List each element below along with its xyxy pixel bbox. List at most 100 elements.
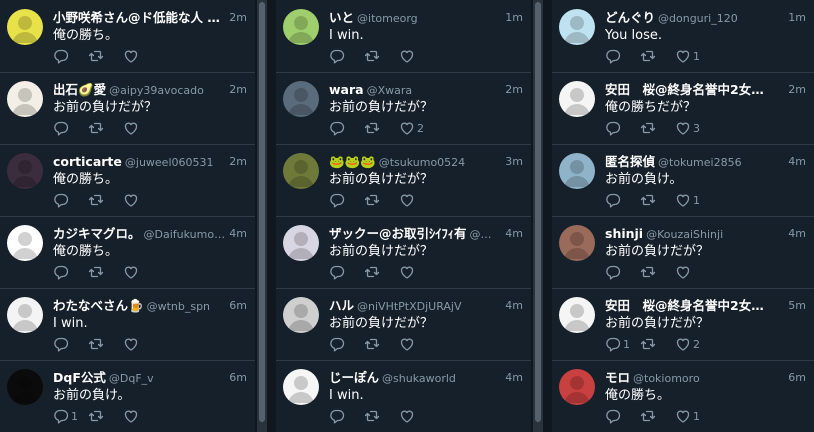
author-handle[interactable]: @wtnb_spn [147,300,210,313]
retweet-button[interactable] [640,192,675,208]
reply-button[interactable]: 1 [53,408,88,424]
reply-button[interactable] [605,48,640,64]
like-button[interactable] [123,408,158,424]
like-button[interactable] [123,48,158,64]
avatar[interactable] [7,81,43,117]
avatar[interactable] [7,9,43,45]
retweet-button[interactable] [88,408,123,424]
avatar[interactable] [283,225,319,261]
timestamp[interactable]: 5m [784,297,806,315]
avatar[interactable] [559,297,595,333]
retweet-button[interactable] [640,264,675,280]
timestamp[interactable]: 1m [784,9,806,27]
retweet-button[interactable] [364,408,399,424]
author-handle[interactable]: @shukaworld [382,372,456,385]
author-handle[interactable]: @itomeorg [357,12,418,25]
avatar[interactable] [559,81,595,117]
timestamp[interactable]: 2m [225,81,247,99]
like-button[interactable]: 1 [675,408,710,424]
column-1-scrollbar[interactable] [257,0,267,432]
timestamp[interactable]: 4m [784,153,806,171]
reply-button[interactable] [53,192,88,208]
retweet-button[interactable] [640,408,675,424]
author-name[interactable]: 🐸🐸🐸 [329,154,376,169]
timestamp[interactable]: 2m [225,153,247,171]
retweet-button[interactable] [364,336,399,352]
reply-button[interactable] [329,120,364,136]
reply-button[interactable] [329,48,364,64]
author-handle[interactable]: @Xwara [367,84,413,97]
timestamp[interactable]: 4m [225,225,247,243]
timestamp[interactable]: 2m [784,81,806,99]
author-name[interactable]: いと [329,10,354,25]
author-name[interactable]: 安田 桜@終身名誉中2女… [605,82,764,97]
like-button[interactable] [123,192,158,208]
author-handle[interactable]: @tokumei2856 [658,156,742,169]
author-name[interactable]: わたなべさん🍺 [53,298,144,313]
reply-button[interactable] [329,336,364,352]
column-2-scrollbar[interactable] [533,0,543,432]
author-name[interactable]: 小野咲希さん@ド低能な人 … [53,10,220,25]
author-name[interactable]: ハル [329,298,354,313]
author-handle[interactable]: @KouzaiShinji [646,228,723,241]
author-name[interactable]: じーぽん [329,370,379,385]
avatar[interactable] [283,9,319,45]
retweet-button[interactable] [88,264,123,280]
author-name[interactable]: 安田 桜@終身名誉中2女… [605,298,764,313]
author-handle[interactable]: @… [470,228,492,241]
author-name[interactable]: ザックー@お取引ｼｲﾌｨ有 [329,226,467,241]
author-name[interactable]: どんぐり [605,10,655,25]
timestamp[interactable]: 4m [501,297,523,315]
author-name[interactable]: カジキマグロ。 [53,226,141,241]
avatar[interactable] [559,153,595,189]
like-button[interactable] [123,120,158,136]
reply-button[interactable] [329,264,364,280]
avatar[interactable] [283,369,319,405]
like-button[interactable] [399,408,434,424]
retweet-button[interactable] [88,336,123,352]
like-button[interactable]: 3 [675,120,710,136]
retweet-button[interactable] [364,120,399,136]
timestamp[interactable]: 6m [225,297,247,315]
retweet-button[interactable] [640,120,675,136]
scrollbar-thumb[interactable] [259,2,265,422]
avatar[interactable] [283,81,319,117]
retweet-button[interactable] [88,120,123,136]
author-handle[interactable]: @tokiomoro [633,372,700,385]
like-button[interactable] [399,192,434,208]
reply-button[interactable] [53,120,88,136]
reply-button[interactable] [53,48,88,64]
like-button[interactable] [123,336,158,352]
timestamp[interactable]: 6m [784,369,806,387]
reply-button[interactable] [605,264,640,280]
retweet-button[interactable] [364,48,399,64]
retweet-button[interactable] [640,336,675,352]
reply-button[interactable] [605,192,640,208]
author-handle[interactable]: @donguri_120 [658,12,738,25]
reply-button[interactable] [605,408,640,424]
avatar[interactable] [7,369,43,405]
author-name[interactable]: モロ [605,370,630,385]
retweet-button[interactable] [640,48,675,64]
timestamp[interactable]: 2m [501,81,523,99]
author-name[interactable]: 匿名探偵 [605,154,655,169]
like-button[interactable] [675,264,710,280]
author-name[interactable]: wara [329,82,364,97]
timestamp[interactable]: 3m [501,153,523,171]
avatar[interactable] [7,297,43,333]
avatar[interactable] [559,9,595,45]
retweet-button[interactable] [88,192,123,208]
avatar[interactable] [559,369,595,405]
avatar[interactable] [283,153,319,189]
reply-button[interactable] [605,120,640,136]
author-handle[interactable]: @aipy39avocado [109,84,204,97]
avatar[interactable] [7,153,43,189]
avatar[interactable] [559,225,595,261]
author-handle[interactable]: @tsukumo0524 [379,156,465,169]
reply-button[interactable] [53,336,88,352]
timestamp[interactable]: 4m [784,225,806,243]
author-name[interactable]: DqF公式 [53,370,106,385]
scrollbar-thumb[interactable] [535,2,541,422]
retweet-button[interactable] [88,48,123,64]
like-button[interactable] [399,264,434,280]
